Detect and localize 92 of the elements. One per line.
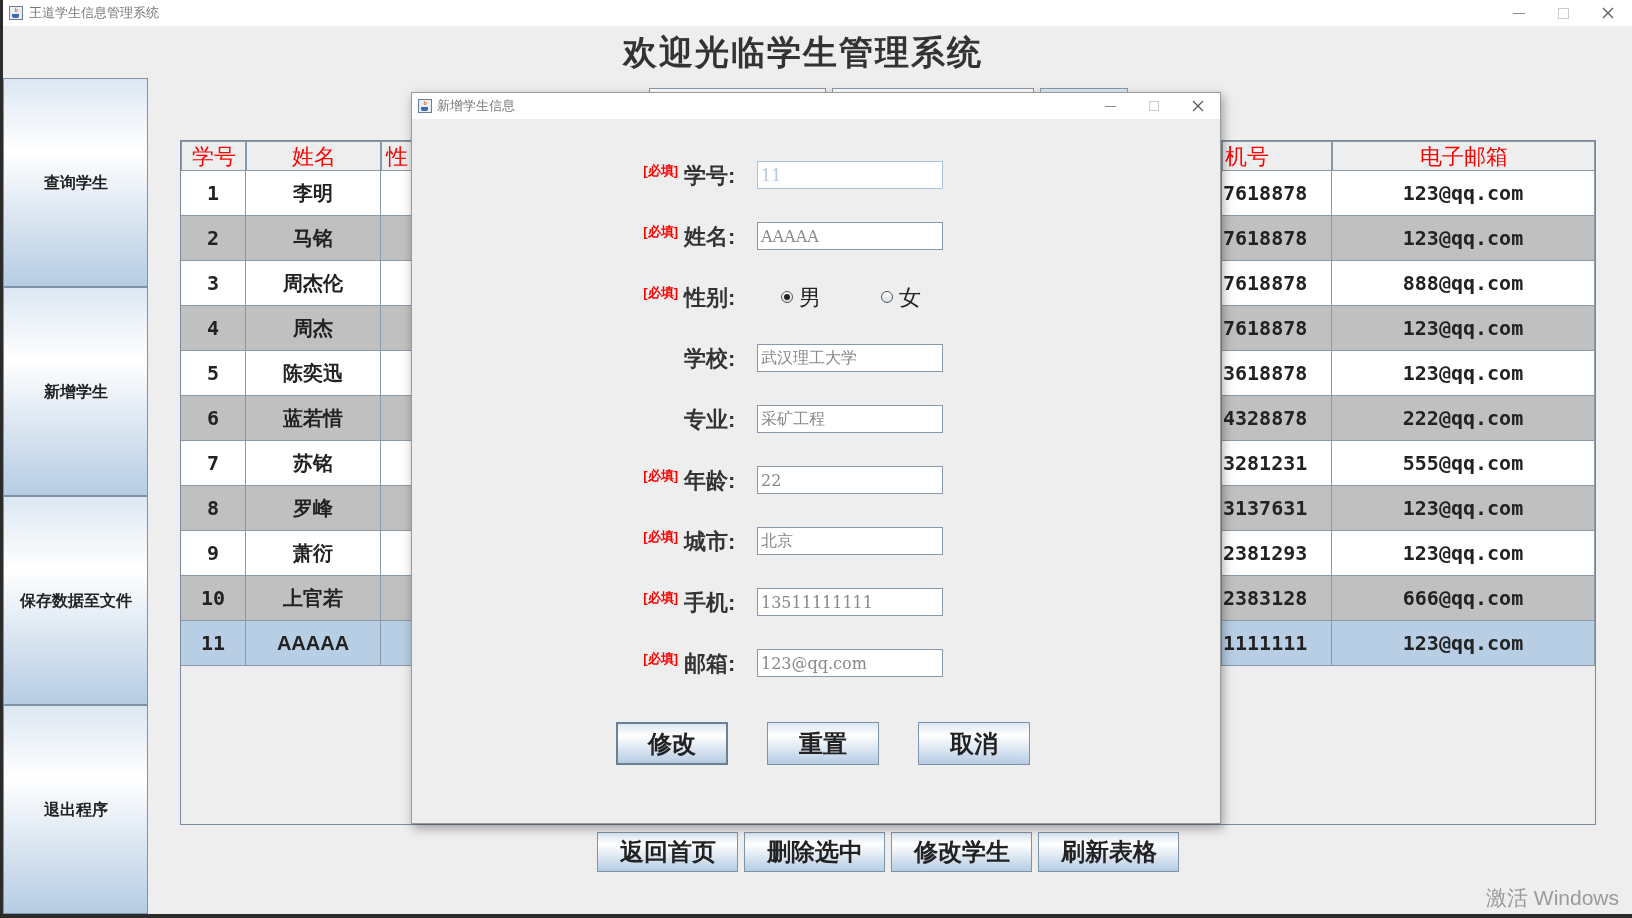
table-cell-text: 周杰伦 [283,271,343,296]
table-cell-text: 1111111 [1223,630,1308,657]
table-cell-text: 123@qq.com [1402,180,1524,207]
table-cell-text: 2 [206,225,219,252]
table-cell-text: 6 [206,405,219,432]
table-cell-text: 10 [200,585,226,612]
table-cell-text: 3618878 [1223,360,1308,387]
window-title: 王道学生信息管理系统 [29,4,159,23]
page-heading: 欢迎光临学生管理系统 [622,31,983,73]
sidebar-button[interactable]: 退出程序 [3,705,148,914]
table-cell-text: 7618878 [1223,270,1308,297]
dialog-button[interactable]: 取消 [918,722,1030,765]
table-cell-text: 5 [206,360,219,387]
radio-option[interactable]: 男 [781,280,821,314]
field-label: 专业: [684,405,737,434]
action-button[interactable]: 修改学生 [891,832,1032,872]
required-tag: [必填] [643,283,678,303]
table-cell-text: 萧衍 [293,541,333,566]
close-icon[interactable] [1602,7,1614,19]
field-label: 手机: [684,588,737,617]
app-icon [9,6,23,20]
required-tag: [必填] [643,161,678,181]
table-cell-text: 蓝若惜 [283,406,343,431]
input-field[interactable]: 武汉理工大学 [757,344,943,372]
table-cell-text: 11 [200,630,226,657]
table-cell-text: AAAAA [276,631,350,656]
table-cell-text: 666@qq.com [1402,585,1524,612]
sidebar-button[interactable]: 新增学生 [3,287,148,496]
minimize-icon[interactable] [1105,105,1116,107]
field-label: 年龄: [684,466,737,495]
table-cell-text: 1 [206,180,219,207]
field-label: 邮箱: [684,649,737,678]
radio-option[interactable]: 女 [881,280,921,314]
input-field[interactable]: 北京 [757,527,943,555]
minimize-icon[interactable] [1513,12,1525,14]
app-icon [418,99,432,113]
table-cell-text: 7618878 [1223,315,1308,342]
table-cell-text: 123@qq.com [1402,540,1524,567]
required-tag: [必填] [643,466,678,486]
table-cell-text: 222@qq.com [1402,405,1524,432]
sidebar-button[interactable]: 保存数据至文件 [3,496,148,705]
input-field[interactable]: AAAAA [757,222,943,250]
table-cell-text: 123@qq.com [1402,315,1524,342]
action-button[interactable]: 返回首页 [597,832,738,872]
input-field[interactable]: 采矿工程 [757,405,943,433]
table-cell-text: 苏铭 [293,451,333,476]
action-button[interactable]: 删除选中 [744,832,885,872]
table-cell-text: 123@qq.com [1402,225,1524,252]
input-field[interactable]: 13511111111 [757,588,943,616]
table-cell-text: 123@qq.com [1402,495,1524,522]
input-field[interactable]: 123@qq.com [757,649,943,677]
table-cell-text: 555@qq.com [1402,450,1524,477]
table-cell-text: 2381293 [1223,540,1308,567]
close-icon[interactable] [1192,100,1204,112]
sidebar-button[interactable]: 查询学生 [3,78,148,287]
table-cell-text: 888@qq.com [1402,270,1524,297]
table-cell-text: 7618878 [1223,225,1308,252]
dialog-title: 新增学生信息 [437,97,515,116]
table-cell-text: 4 [206,315,219,342]
table-cell-text: 4328878 [1223,405,1308,432]
field-label: 城市: [684,527,737,556]
required-tag: [必填] [643,588,678,608]
field-label: 性别: [684,283,737,312]
action-button[interactable]: 刷新表格 [1038,832,1179,872]
table-cell-text: 3281231 [1223,450,1308,477]
required-tag: [必填] [643,527,678,547]
dialog-button[interactable]: 重置 [767,722,879,765]
table-cell-text: 上官若 [283,586,343,611]
table-cell-text: 8 [206,495,219,522]
table-cell-text: 7 [206,450,219,477]
table-cell-text: 7618878 [1223,180,1308,207]
table-cell-text: 3137631 [1223,495,1308,522]
table-cell-text: 马铭 [293,226,333,251]
table-cell-text: 陈奕迅 [283,361,343,386]
table-cell-text: 3 [206,270,219,297]
field-label: 学校: [684,344,737,373]
radio-icon[interactable] [881,291,893,303]
activation-notice: 激活 Windows [1486,885,1620,911]
required-tag: [必填] [643,649,678,669]
field-label: 学号: [684,161,737,190]
table-cell-text: 2383128 [1223,585,1308,612]
radio-icon[interactable] [781,291,793,303]
dialog-button[interactable]: 修改 [616,722,728,765]
table-cell-text: 周杰 [293,316,333,341]
table-cell-text: 罗峰 [293,496,333,521]
table-cell-text: 李明 [293,181,333,206]
required-tag: [必填] [643,222,678,242]
table-cell-text: 9 [206,540,219,567]
field-label: 姓名: [684,222,737,251]
table-cell-text: 123@qq.com [1402,360,1524,387]
input-field[interactable]: 22 [757,466,943,494]
table-cell-text: 123@qq.com [1402,630,1524,657]
